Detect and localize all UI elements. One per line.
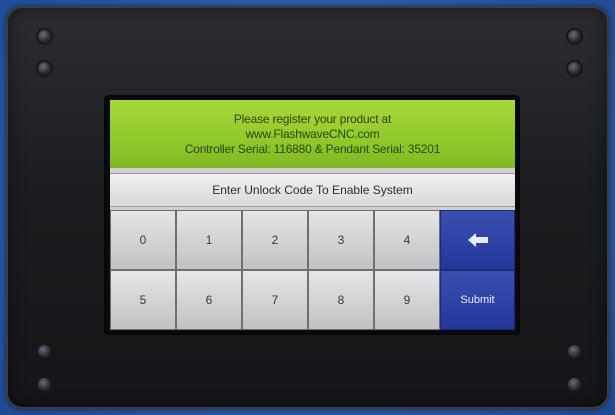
touch-screen: Please register your product at www.Flas… xyxy=(110,100,515,330)
key-9[interactable]: 9 xyxy=(374,270,440,330)
screw-icon xyxy=(38,62,51,75)
backspace-button[interactable] xyxy=(440,210,515,270)
key-8[interactable]: 8 xyxy=(308,270,374,330)
screw-icon xyxy=(568,30,581,43)
key-7[interactable]: 7 xyxy=(242,270,308,330)
submit-button[interactable]: Submit xyxy=(440,270,515,330)
screw-icon xyxy=(568,62,581,75)
unlock-prompt: Enter Unlock Code To Enable System xyxy=(212,183,413,197)
key-2[interactable]: 2 xyxy=(242,210,308,270)
screw-icon xyxy=(38,30,51,43)
registration-banner: Please register your product at www.Flas… xyxy=(110,100,515,168)
key-5[interactable]: 5 xyxy=(110,270,176,330)
screw-icon xyxy=(568,345,581,358)
screw-icon xyxy=(568,378,581,391)
registration-url: www.FlashwaveCNC.com xyxy=(245,126,380,141)
key-0[interactable]: 0 xyxy=(110,210,176,270)
registration-line: Please register your product at xyxy=(233,111,392,126)
numeric-keypad: 0 1 2 3 4 5 6 7 8 9 Submit xyxy=(110,210,515,330)
unlock-code-field[interactable]: Enter Unlock Code To Enable System xyxy=(110,173,515,207)
serial-numbers: Controller Serial: 116880 & Pendant Seri… xyxy=(184,141,441,156)
key-4[interactable]: 4 xyxy=(374,210,440,270)
key-3[interactable]: 3 xyxy=(308,210,374,270)
key-6[interactable]: 6 xyxy=(176,270,242,330)
backspace-arrow-icon xyxy=(467,233,488,247)
key-1[interactable]: 1 xyxy=(176,210,242,270)
screw-icon xyxy=(38,345,51,358)
screw-icon xyxy=(38,378,51,391)
